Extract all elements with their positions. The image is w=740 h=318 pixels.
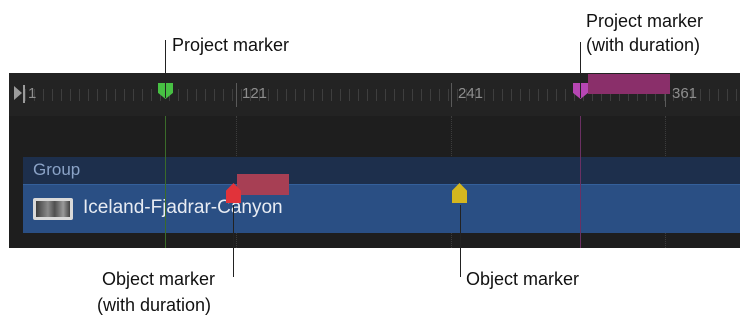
playhead-icon[interactable] bbox=[14, 86, 22, 100]
ruler-tick bbox=[124, 89, 125, 101]
layer-row[interactable]: Iceland-Fjadrar-Canyon bbox=[23, 184, 740, 233]
ruler-tick bbox=[25, 89, 26, 101]
timeline-panel[interactable]: 1 121 241 361 Group Iceland-Fjadrar-Cany… bbox=[9, 73, 740, 248]
callout-project-marker-duration-line1: Project marker bbox=[586, 11, 704, 31]
ruler-tick bbox=[439, 89, 440, 101]
ruler-tick bbox=[511, 89, 512, 101]
ruler-tick bbox=[529, 89, 530, 101]
ruler-tick bbox=[322, 89, 323, 101]
ruler-tick bbox=[106, 89, 107, 101]
ruler-tick bbox=[43, 89, 44, 101]
ruler-tick bbox=[268, 89, 269, 101]
ruler-tick bbox=[223, 89, 224, 101]
ruler-tick bbox=[448, 89, 449, 101]
callout-object-marker: Object marker bbox=[466, 269, 580, 289]
ruler-tick bbox=[565, 89, 566, 101]
layer-name: Iceland-Fjadrar-Canyon bbox=[83, 197, 283, 218]
ruler-tick bbox=[340, 89, 341, 101]
ruler-tick bbox=[556, 89, 557, 101]
ruler-tick bbox=[133, 89, 134, 101]
project-marker-line bbox=[165, 116, 166, 248]
ruler-tick bbox=[403, 89, 404, 101]
ruler-tick bbox=[385, 89, 386, 101]
ruler-major-tick bbox=[451, 83, 452, 107]
ruler-tick bbox=[367, 89, 368, 101]
ruler-tick bbox=[547, 89, 548, 101]
ruler-tick bbox=[727, 89, 728, 101]
ruler-label-361: 361 bbox=[672, 85, 698, 102]
ruler-label-241: 241 bbox=[458, 85, 484, 102]
leader-line-project-marker-duration bbox=[580, 42, 581, 98]
ruler-tick bbox=[538, 89, 539, 101]
layer-thumbnail bbox=[33, 198, 73, 220]
ruler-tick bbox=[421, 89, 422, 101]
ruler-tick bbox=[52, 89, 53, 101]
ruler-label-121: 121 bbox=[242, 85, 268, 102]
callout-object-marker-duration-line1: Object marker bbox=[102, 269, 216, 289]
ruler-tick bbox=[520, 89, 521, 101]
ruler-tick bbox=[88, 89, 89, 101]
ruler-tick bbox=[187, 89, 188, 101]
ruler-tick bbox=[151, 89, 152, 101]
ruler-tick bbox=[493, 89, 494, 101]
ruler-tick bbox=[97, 89, 98, 101]
group-label: Group bbox=[33, 160, 81, 179]
ruler-tick bbox=[709, 89, 710, 101]
group-row[interactable]: Group bbox=[23, 157, 740, 185]
ruler-tick bbox=[358, 89, 359, 101]
project-marker-duration-bar[interactable] bbox=[588, 74, 670, 94]
ruler-tick bbox=[115, 89, 116, 101]
ruler-tick bbox=[394, 89, 395, 101]
leader-line-project-marker bbox=[165, 40, 166, 98]
ruler-tick bbox=[214, 89, 215, 101]
ruler-tick bbox=[205, 89, 206, 101]
ruler-tick bbox=[178, 89, 179, 101]
project-marker-duration-line bbox=[580, 116, 581, 248]
object-marker-duration-bar[interactable] bbox=[237, 174, 289, 195]
ruler-tick bbox=[70, 89, 71, 101]
ruler-tick bbox=[736, 89, 737, 101]
ruler-tick bbox=[295, 89, 296, 101]
ruler-tick bbox=[700, 89, 701, 101]
ruler-tick bbox=[484, 89, 485, 101]
ruler-tick bbox=[196, 89, 197, 101]
ruler-tick bbox=[232, 89, 233, 101]
callout-object-marker-duration-line2: (with duration) bbox=[97, 295, 212, 315]
ruler-label-1: 1 bbox=[28, 85, 37, 102]
ruler-tick bbox=[349, 89, 350, 101]
ruler-tick bbox=[718, 89, 719, 101]
ruler-tick bbox=[286, 89, 287, 101]
ruler-tick bbox=[79, 89, 80, 101]
callout-project-marker-duration-line2: (with duration) bbox=[586, 35, 701, 55]
leader-line-object-marker-duration bbox=[233, 205, 234, 277]
ruler-tick bbox=[142, 89, 143, 101]
callout-project-marker: Project marker bbox=[172, 35, 290, 55]
leader-line-object-marker bbox=[460, 205, 461, 277]
ruler-tick bbox=[502, 89, 503, 101]
ruler-tick bbox=[61, 89, 62, 101]
ruler-tick bbox=[412, 89, 413, 101]
ruler-tick bbox=[376, 89, 377, 101]
ruler-tick bbox=[304, 89, 305, 101]
ruler-tick bbox=[331, 89, 332, 101]
ruler-major-tick bbox=[236, 83, 237, 107]
ruler-tick bbox=[430, 89, 431, 101]
ruler-tick bbox=[313, 89, 314, 101]
playhead-bar-icon bbox=[23, 85, 25, 103]
ruler-tick bbox=[277, 89, 278, 101]
